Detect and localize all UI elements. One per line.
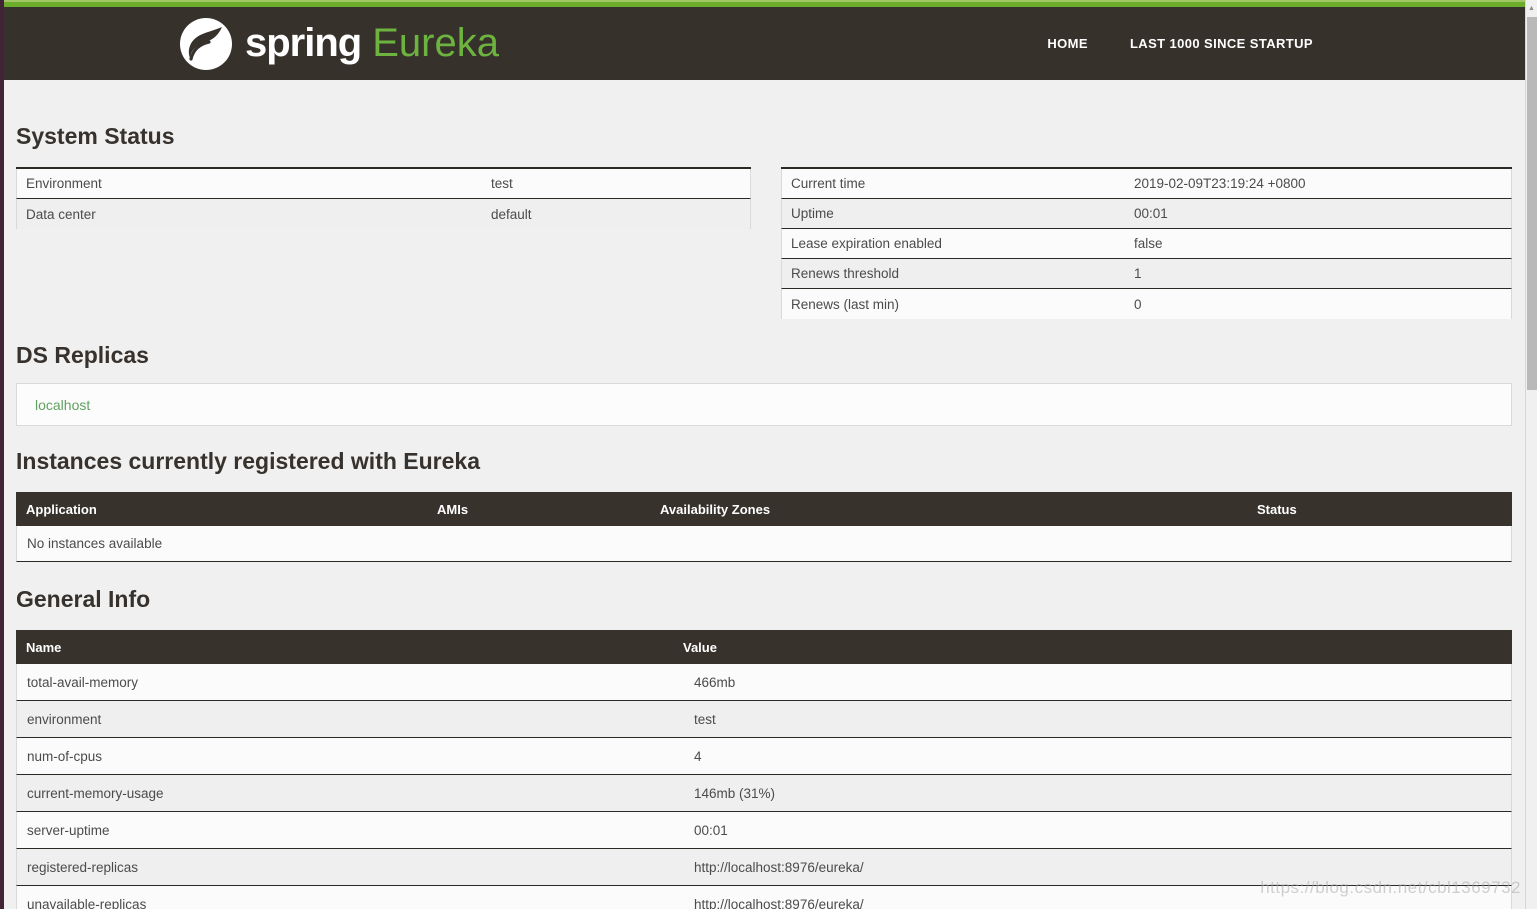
general-info-table-header: Name Value	[16, 630, 1512, 664]
app-header: spring Eureka HOME LAST 1000 SINCE START…	[0, 7, 1537, 80]
no-instances-message: No instances available	[27, 536, 162, 551]
instances-table-header: Application AMIs Availability Zones Stat…	[16, 492, 1512, 526]
row-label: unavailable-replicas	[17, 897, 684, 909]
row-value: 00:01	[1125, 206, 1511, 221]
vertical-scrollbar[interactable]: ▲	[1525, 0, 1537, 909]
row-value: 146mb (31%)	[684, 786, 1511, 801]
runtime-status-table: Current time 2019-02-09T23:19:24 +0800 U…	[781, 167, 1512, 319]
column-header-name: Name	[16, 640, 683, 655]
top-accent-bar	[0, 0, 1537, 7]
row-label: Environment	[17, 176, 482, 191]
row-value: http://localhost:8976/eureka/	[684, 897, 1511, 909]
table-row: server-uptime 00:01	[16, 812, 1512, 849]
row-label: Current time	[782, 176, 1125, 191]
brand-spring-text: spring	[245, 21, 361, 66]
column-header-value: Value	[683, 640, 1512, 655]
row-value: 466mb	[684, 675, 1511, 690]
ds-replicas-heading: DS Replicas	[16, 342, 1512, 369]
table-row: Environment test	[16, 169, 751, 199]
replica-localhost-link[interactable]: localhost	[35, 397, 90, 413]
no-instances-row: No instances available	[16, 526, 1512, 562]
row-value: http://localhost:8976/eureka/	[684, 860, 1511, 875]
row-label: num-of-cpus	[17, 749, 684, 764]
row-value: test	[482, 176, 750, 191]
brand-product-text: Eureka	[372, 21, 499, 66]
column-header-status: Status	[1257, 502, 1512, 517]
row-value: 1	[1125, 266, 1511, 281]
page-content: System Status Environment test Data cent…	[0, 123, 1537, 909]
table-row: num-of-cpus 4	[16, 738, 1512, 775]
table-row: total-avail-memory 466mb	[16, 664, 1512, 701]
general-info-heading: General Info	[16, 586, 1512, 613]
system-status-heading: System Status	[16, 123, 1512, 150]
row-label: registered-replicas	[17, 860, 684, 875]
table-row: registered-replicas http://localhost:897…	[16, 849, 1512, 886]
table-row: Current time 2019-02-09T23:19:24 +0800	[781, 169, 1512, 199]
table-row: Renews (last min) 0	[781, 289, 1512, 319]
system-status-tables: Environment test Data center default Cur…	[16, 167, 1512, 319]
scrollbar-up-button[interactable]: ▲	[1526, 0, 1537, 16]
row-label: total-avail-memory	[17, 675, 684, 690]
row-label: Renews threshold	[782, 266, 1125, 281]
row-value: false	[1125, 236, 1511, 251]
table-row: environment test	[16, 701, 1512, 738]
row-label: Data center	[17, 207, 482, 222]
column-header-availability-zones: Availability Zones	[660, 502, 1257, 517]
general-info-table: Name Value total-avail-memory 466mb envi…	[16, 630, 1512, 909]
scrollbar-thumb[interactable]	[1527, 17, 1537, 390]
instances-table: Application AMIs Availability Zones Stat…	[16, 492, 1512, 562]
spring-leaf-icon	[180, 18, 232, 70]
row-label: Uptime	[782, 206, 1125, 221]
environment-table: Environment test Data center default	[16, 167, 751, 229]
row-value: test	[684, 712, 1511, 727]
ds-replicas-box: localhost	[16, 383, 1512, 426]
spring-eureka-logo: spring Eureka	[180, 17, 499, 70]
table-row: Uptime 00:01	[781, 199, 1512, 229]
nav-last-1000-link[interactable]: LAST 1000 SINCE STARTUP	[1130, 36, 1313, 51]
main-nav: HOME LAST 1000 SINCE STARTUP	[1047, 7, 1313, 80]
column-header-amis: AMIs	[437, 502, 660, 517]
column-header-application: Application	[16, 502, 437, 517]
row-value: 00:01	[684, 823, 1511, 838]
nav-home-link[interactable]: HOME	[1047, 36, 1088, 51]
row-value: 4	[684, 749, 1511, 764]
table-row: current-memory-usage 146mb (31%)	[16, 775, 1512, 812]
row-label: Renews (last min)	[782, 297, 1125, 312]
row-value: 2019-02-09T23:19:24 +0800	[1125, 176, 1511, 191]
table-row: Data center default	[16, 199, 751, 229]
row-value: default	[482, 207, 750, 222]
window-edge-strip	[0, 0, 4, 909]
table-row: unavailable-replicas http://localhost:89…	[16, 886, 1512, 909]
row-label: environment	[17, 712, 684, 727]
row-label: server-uptime	[17, 823, 684, 838]
row-label: Lease expiration enabled	[782, 236, 1125, 251]
row-value: 0	[1125, 297, 1511, 312]
table-row: Lease expiration enabled false	[781, 229, 1512, 259]
row-label: current-memory-usage	[17, 786, 684, 801]
table-row: Renews threshold 1	[781, 259, 1512, 289]
instances-heading: Instances currently registered with Eure…	[16, 448, 1512, 475]
